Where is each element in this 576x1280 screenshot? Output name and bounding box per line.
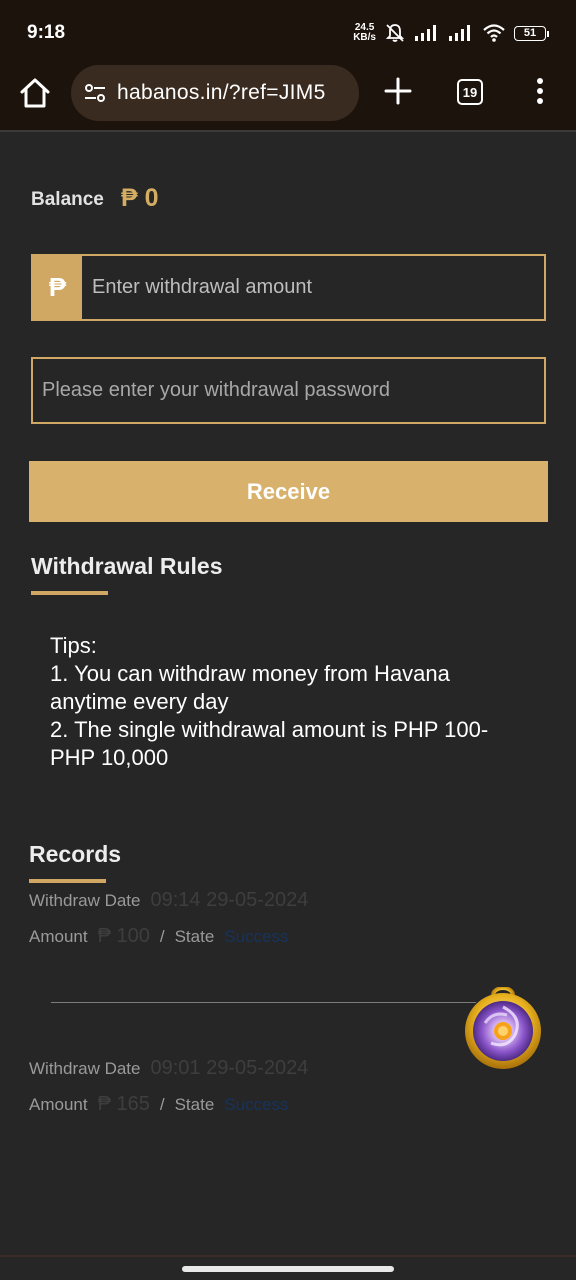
tip-item: 1. You can withdraw money from Havana an… — [50, 661, 450, 714]
battery-icon: 51 — [514, 25, 549, 41]
record-divider — [51, 1002, 476, 1003]
rules-underline — [31, 591, 108, 595]
browser-toolbar: habanos.in/?ref=JIM5 19 — [0, 62, 576, 132]
peso-icon: ₱ — [33, 256, 82, 319]
status-time: 9:18 — [27, 22, 66, 43]
balance-label: Balance — [31, 189, 104, 210]
records-title: Records — [29, 841, 122, 867]
withdrawal-password-input[interactable] — [33, 359, 544, 422]
site-settings-icon[interactable] — [83, 81, 107, 105]
tip-item: 2. The single withdrawal amount is PHP 1… — [50, 717, 489, 770]
home-icon[interactable] — [18, 76, 52, 110]
separator: / — [159, 927, 165, 946]
amount-label: Amount — [29, 1095, 88, 1114]
game-orb-icon[interactable] — [463, 987, 543, 1071]
bottom-divider — [0, 1255, 576, 1257]
more-vert-icon[interactable] — [528, 76, 552, 106]
receive-button[interactable]: Receive — [29, 461, 548, 522]
amount-label: Amount — [29, 927, 88, 946]
state-label: State — [174, 927, 215, 946]
tips-heading: Tips: — [50, 633, 97, 658]
signal-icon — [415, 25, 436, 41]
separator: / — [159, 1095, 165, 1114]
status-icons: 24.5 KB/s 51 — [353, 20, 549, 46]
tabs-icon[interactable]: 19 — [457, 79, 483, 105]
withdraw-date-label: Withdraw Date — [29, 1059, 141, 1078]
state-value: Success — [224, 1095, 289, 1114]
tab-count: 19 — [462, 84, 478, 100]
url-text[interactable]: habanos.in/?ref=JIM5 — [117, 81, 326, 105]
withdrawal-amount-field: ₱ — [31, 254, 546, 321]
address-bar[interactable]: habanos.in/?ref=JIM5 — [71, 65, 359, 121]
amount-value: ₱ 100 — [97, 925, 150, 947]
state-label: State — [174, 1095, 215, 1114]
withdrawal-amount-input[interactable] — [82, 256, 544, 319]
withdraw-date-value: 09:01 29-05-2024 — [150, 1057, 309, 1079]
amount-value: ₱ 165 — [97, 1093, 150, 1115]
gesture-bar[interactable] — [182, 1266, 394, 1272]
record-item: Withdraw Date 09:14 29-05-2024 Amount ₱ … — [29, 889, 529, 961]
withdrawal-rules-title: Withdrawal Rules — [31, 553, 223, 579]
record-item: Withdraw Date 09:01 29-05-2024 Amount ₱ … — [29, 1057, 529, 1129]
balance-value: ₱ 0 — [121, 184, 159, 212]
net-speed: 24.5 KB/s — [353, 22, 376, 43]
status-bar: 9:18 24.5 KB/s 51 — [0, 0, 576, 62]
plus-icon[interactable] — [383, 76, 413, 106]
withdraw-date-value: 09:14 29-05-2024 — [150, 889, 309, 911]
records-underline — [29, 879, 106, 883]
state-value: Success — [224, 927, 289, 946]
withdrawal-password-field — [31, 357, 546, 424]
tips-text: Tips: 1. You can withdraw money from Hav… — [50, 632, 530, 772]
withdraw-date-label: Withdraw Date — [29, 891, 141, 910]
signal-icon — [449, 25, 470, 41]
wifi-icon — [483, 24, 505, 42]
mute-icon — [385, 24, 405, 42]
